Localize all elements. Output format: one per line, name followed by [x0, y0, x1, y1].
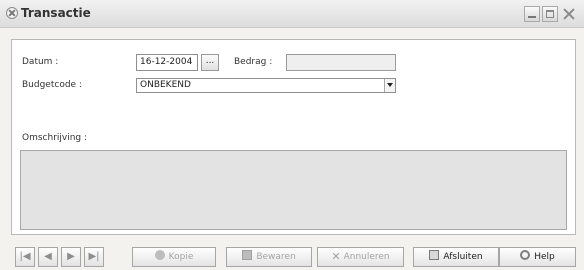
- date-picker-button[interactable]: ...: [201, 54, 219, 71]
- first-record-button[interactable]: |◀: [15, 247, 35, 267]
- datum-label: Datum :: [22, 57, 59, 67]
- bewaren-button[interactable]: Bewaren: [226, 247, 312, 267]
- budgetcode-selected-value: ONBEKEND: [140, 80, 191, 90]
- budgetcode-label: Budgetcode :: [22, 80, 82, 90]
- help-button[interactable]: Help: [499, 247, 576, 267]
- bedrag-field[interactable]: [286, 54, 396, 71]
- omschrijving-textarea[interactable]: [20, 150, 567, 230]
- afsluiten-button[interactable]: Afsluiten: [413, 247, 499, 267]
- datum-field[interactable]: 16-12-2004: [136, 54, 198, 71]
- transactie-window: Transactie Datum : 16-12-2004 ... Bedrag…: [0, 0, 584, 270]
- cancel-icon: ✕: [331, 250, 341, 263]
- kopie-button[interactable]: Kopie: [132, 247, 216, 267]
- title-bar[interactable]: Transactie: [0, 0, 584, 28]
- copy-icon: [154, 250, 165, 260]
- afsluiten-label: Afsluiten: [443, 252, 483, 262]
- next-record-icon: ▶: [67, 251, 75, 262]
- last-record-icon: ▶|: [88, 251, 100, 262]
- previous-record-icon: ◀: [44, 251, 52, 262]
- maximize-button[interactable]: [542, 6, 558, 22]
- transaction-form-panel: Datum : 16-12-2004 ... Bedrag : Budgetco…: [11, 39, 576, 235]
- minimize-button[interactable]: [524, 6, 540, 22]
- chevron-down-icon[interactable]: [384, 79, 395, 92]
- annuleren-button[interactable]: ✕ Annuleren: [317, 247, 404, 267]
- help-icon: [520, 250, 531, 260]
- close-button[interactable]: [561, 6, 577, 22]
- omschrijving-label: Omschrijving :: [22, 133, 88, 143]
- kopie-label: Kopie: [168, 252, 194, 262]
- last-record-button[interactable]: ▶|: [84, 247, 104, 267]
- bedrag-label: Bedrag :: [234, 57, 273, 67]
- previous-record-button[interactable]: ◀: [38, 247, 58, 267]
- save-icon: [242, 250, 253, 260]
- window-menu-icon[interactable]: [6, 7, 18, 19]
- bewaren-label: Bewaren: [256, 252, 296, 262]
- next-record-button[interactable]: ▶: [61, 247, 81, 267]
- help-label: Help: [534, 252, 555, 262]
- window-title: Transactie: [21, 6, 91, 20]
- first-record-icon: |◀: [19, 251, 31, 262]
- annuleren-label: Annuleren: [343, 252, 390, 262]
- budgetcode-select[interactable]: ONBEKEND: [136, 78, 396, 93]
- exit-icon: [429, 250, 440, 260]
